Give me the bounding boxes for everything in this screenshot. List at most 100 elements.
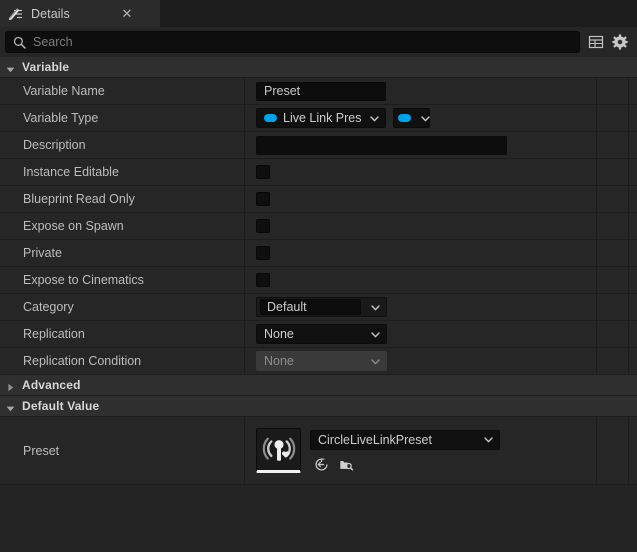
- preset-asset-dropdown[interactable]: CircleLiveLinkPreset: [310, 429, 500, 450]
- variable-type-dropdown[interactable]: Live Link Pres: [256, 108, 386, 128]
- row-column-b: [598, 132, 629, 158]
- description-input[interactable]: [256, 135, 507, 155]
- row-description: Description: [0, 132, 637, 159]
- tab-bar-empty-area: [160, 0, 637, 27]
- row-label: Variable Name: [0, 78, 245, 104]
- chevron-down-icon: [369, 113, 380, 124]
- settings-gear-icon[interactable]: [611, 33, 629, 51]
- row-expose-on-spawn: Expose on Spawn: [0, 213, 637, 240]
- row-column-c: [629, 105, 637, 131]
- row-column-c: [629, 78, 637, 104]
- row-column-c: [629, 348, 637, 374]
- details-icon: [8, 6, 24, 22]
- row-value: Live Link Pres: [245, 105, 597, 131]
- row-value: [245, 132, 597, 158]
- row-replication: Replication None: [0, 321, 637, 348]
- category-input[interactable]: Default: [260, 299, 361, 315]
- chevron-down-icon[interactable]: [5, 62, 16, 73]
- row-expose-to-cinematics: Expose to Cinematics: [0, 267, 637, 294]
- variable-type-value: Live Link Pres: [283, 111, 362, 125]
- row-blueprint-read-only: Blueprint Read Only: [0, 186, 637, 213]
- section-header-default-value[interactable]: Default Value: [0, 396, 637, 417]
- private-checkbox[interactable]: [256, 246, 270, 260]
- section-label: Variable: [22, 60, 70, 74]
- search-box[interactable]: [5, 31, 580, 53]
- row-column-c: [629, 417, 637, 484]
- preset-asset-value: CircleLiveLinkPreset: [318, 432, 432, 447]
- blueprint-read-only-checkbox[interactable]: [256, 192, 270, 206]
- row-label: Instance Editable: [0, 159, 245, 185]
- variable-container-type-dropdown[interactable]: [393, 108, 430, 128]
- section-label: Advanced: [22, 378, 81, 392]
- section-label: Default Value: [22, 399, 100, 413]
- type-pin-icon: [264, 114, 277, 122]
- asset-picker: CircleLiveLinkPreset: [310, 429, 500, 472]
- section-header-advanced[interactable]: Advanced: [0, 375, 637, 396]
- tab-bar: Details ✕: [0, 0, 637, 27]
- chevron-down-icon: [370, 329, 381, 340]
- search-input[interactable]: [33, 35, 572, 49]
- use-selected-asset-icon[interactable]: [339, 457, 364, 472]
- row-column-c: [629, 321, 637, 347]
- row-column-b: [598, 417, 629, 484]
- chevron-down-icon[interactable]: [5, 401, 16, 412]
- row-private: Private: [0, 240, 637, 267]
- row-label: Variable Type: [0, 105, 245, 131]
- row-column-b: [598, 294, 629, 320]
- browse-to-asset-icon[interactable]: [314, 457, 339, 472]
- row-value: CircleLiveLinkPreset: [245, 417, 597, 484]
- row-value: [245, 213, 597, 239]
- search-toolbar: [0, 27, 637, 57]
- column-layout-icon[interactable]: [587, 33, 605, 51]
- variable-name-input[interactable]: Preset: [256, 81, 386, 101]
- row-value: [245, 240, 597, 266]
- row-label: Replication Condition: [0, 348, 245, 374]
- instance-editable-checkbox[interactable]: [256, 165, 270, 179]
- row-value: Preset: [245, 78, 597, 104]
- close-icon[interactable]: ✕: [120, 7, 134, 21]
- row-column-b: [598, 186, 629, 212]
- row-column-b: [598, 321, 629, 347]
- row-preset: Preset CircleLiveLinkPreset: [0, 417, 637, 485]
- row-column-b: [598, 105, 629, 131]
- live-link-preset-thumbnail[interactable]: [256, 428, 301, 473]
- row-column-c: [629, 213, 637, 239]
- expose-to-cinematics-checkbox[interactable]: [256, 273, 270, 287]
- row-value: [245, 159, 597, 185]
- row-value: [245, 186, 597, 212]
- details-panel-body: Variable Variable Name Preset Variable T…: [0, 57, 637, 552]
- row-label: Preset: [0, 417, 245, 484]
- row-replication-condition: Replication Condition None: [0, 348, 637, 375]
- replication-condition-value: None: [264, 354, 294, 368]
- section-header-variable[interactable]: Variable: [0, 57, 637, 78]
- row-label: Replication: [0, 321, 245, 347]
- panel-empty-area: [0, 485, 637, 552]
- row-column-c: [629, 240, 637, 266]
- row-label: Category: [0, 294, 245, 320]
- row-value: None: [245, 348, 597, 374]
- category-dropdown[interactable]: Default: [256, 297, 387, 317]
- row-value: Default: [245, 294, 597, 320]
- tab-details[interactable]: Details ✕: [0, 0, 160, 27]
- row-value: [245, 267, 597, 293]
- row-column-c: [629, 159, 637, 185]
- replication-dropdown[interactable]: None: [256, 324, 387, 344]
- row-label: Private: [0, 240, 245, 266]
- row-column-b: [598, 267, 629, 293]
- expose-on-spawn-checkbox[interactable]: [256, 219, 270, 233]
- row-instance-editable: Instance Editable: [0, 159, 637, 186]
- container-pin-icon: [398, 114, 411, 122]
- row-column-b: [598, 159, 629, 185]
- chevron-right-icon[interactable]: [5, 380, 16, 391]
- row-label: Expose to Cinematics: [0, 267, 245, 293]
- row-value: None: [245, 321, 597, 347]
- chevron-down-icon[interactable]: [370, 302, 381, 313]
- search-icon: [13, 36, 26, 49]
- row-column-b: [598, 240, 629, 266]
- row-label: Blueprint Read Only: [0, 186, 245, 212]
- replication-value: None: [264, 327, 294, 341]
- asset-action-buttons: [310, 457, 500, 472]
- replication-condition-dropdown: None: [256, 351, 387, 371]
- row-column-c: [629, 294, 637, 320]
- row-label: Description: [0, 132, 245, 158]
